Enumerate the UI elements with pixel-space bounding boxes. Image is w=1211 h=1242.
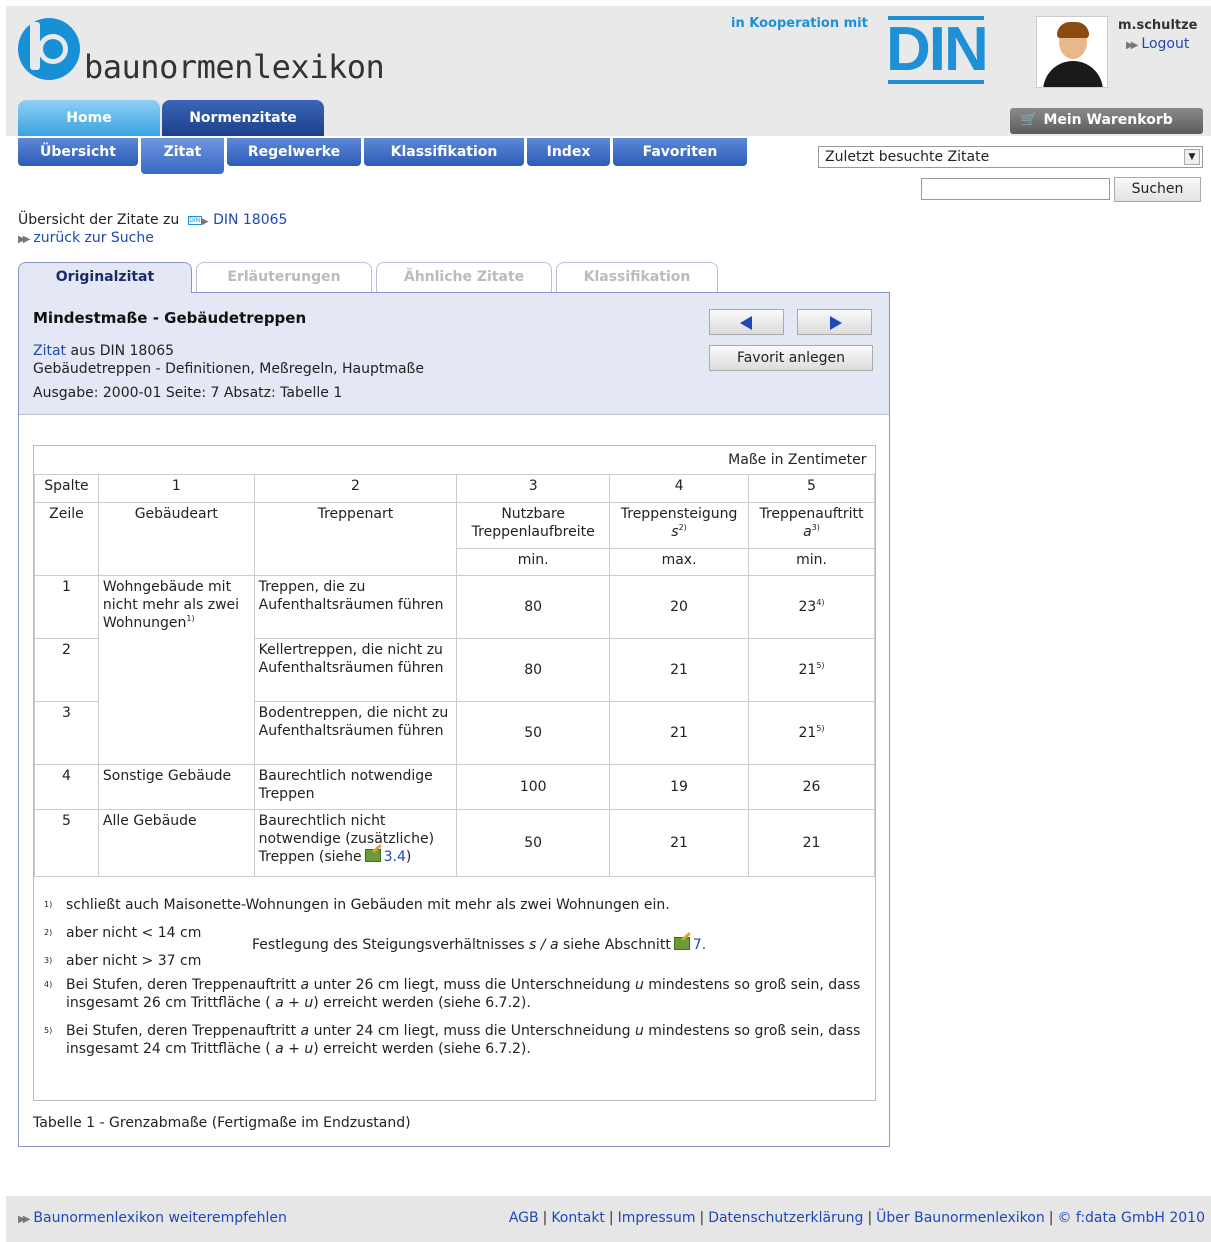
section-link[interactable]: 3.4 [384, 849, 406, 865]
double-arrow-icon: ▶▶ [18, 1214, 31, 1225]
footer-links: AGB | Kontakt | Impressum | Datenschutzerkläru… [508, 1210, 1205, 1226]
arrow-right-icon [830, 316, 842, 330]
norm-link[interactable]: DIN 18065 [213, 212, 287, 228]
next-button[interactable] [797, 309, 872, 335]
chevron-down-icon: ▼ [1184, 149, 1200, 165]
footnote: 3) aber nicht > 37 cm [44, 953, 202, 969]
subtab-zitat[interactable]: Zitat [141, 138, 224, 174]
citation-title: Mindestmaße - Gebäudetreppen [33, 309, 307, 327]
footnote: 1) schließt auch Maisonette-Wohnungen in … [44, 897, 670, 913]
column-header: Spalte [34, 473, 99, 503]
footnote: 4) Bei Stufen, deren Treppenauftritt a un… [44, 977, 861, 1011]
arrow-icon: ▶ [201, 217, 209, 227]
subtab-uebersicht[interactable]: Übersicht [18, 138, 138, 166]
cooperation-label: in Kooperation mit [731, 16, 868, 31]
double-arrow-icon: ▶▶ [18, 234, 31, 245]
din-logo[interactable]: DIN [886, 15, 989, 86]
section-link[interactable]: 7. [693, 937, 706, 953]
zitat-link[interactable]: Zitat [33, 343, 66, 359]
footer-link-copyright[interactable]: © f:data GmbH 2010 [1057, 1210, 1205, 1226]
tab-aehnliche-zitate[interactable]: Ähnliche Zitate [376, 262, 552, 292]
footer-link-ueber[interactable]: Über Baunormenlexikon [876, 1210, 1045, 1226]
head-laufbreite: Nutzbare Treppenlaufbreite [456, 501, 611, 549]
column-header: 1 [97, 473, 255, 503]
table-row: 5 Alle Gebäude Baurechtlich nicht notwen… [34, 808, 875, 877]
subtab-index[interactable]: Index [527, 138, 610, 166]
citation-edition: Ausgabe: 2000-01 Seite: 7 Absatz: Tabell… [33, 385, 343, 401]
table-caption: Tabelle 1 - Grenzabmaße (Fertigmaße im E… [33, 1115, 411, 1131]
column-header: 5 [748, 473, 875, 503]
column-header: 3 [456, 473, 611, 503]
footer-link-datenschutz[interactable]: Datenschutzerklärung [708, 1210, 863, 1226]
logo-b-icon [18, 18, 80, 80]
unit-note: Maße in Zentimeter [34, 446, 875, 475]
citation-header: Mindestmaße - Gebäudetreppen Zitat aus D… [19, 293, 889, 415]
cart-icon: 🛒 [1020, 112, 1038, 128]
tab-klassifikation[interactable]: Klassifikation [556, 262, 718, 292]
head-auftritt: Treppenauftritt a3) [748, 501, 875, 549]
citation-panel: Mindestmaße - Gebäudetreppen Zitat aus D… [18, 292, 890, 1147]
head-zeile: Zeile [34, 501, 99, 576]
gebaeude-cell: Wohngebäude mit nicht mehr als zwei Wohn… [97, 574, 255, 765]
table-row: 4 Sonstige Gebäude Baurechtlich notwendi… [34, 763, 875, 810]
citation-source: Zitat aus DIN 18065 [33, 343, 175, 359]
recent-citations-select[interactable]: Zuletzt besuchte Zitate ▼ [818, 146, 1203, 168]
stair-dimensions-table: Maße in Zentimeter Spalte 1 2 3 4 5 Zeil… [34, 446, 875, 877]
recommend-link[interactable]: ▶▶ Baunormenlexikon weiterempfehlen [18, 1210, 287, 1226]
head-gebaeudeart: Gebäudeart [97, 501, 255, 576]
note-link-icon [673, 937, 690, 950]
footnote: 5) Bei Stufen, deren Treppenauftritt a un… [44, 1023, 861, 1057]
breadcrumb: Übersicht der Zitate zu DIN ▶ DIN 18065 [18, 212, 288, 228]
footer-link-agb[interactable]: AGB [509, 1210, 539, 1226]
footnotes: 1) schließt auch Maisonette-Wohnungen in … [44, 896, 869, 1068]
table-container: Maße in Zentimeter Spalte 1 2 3 4 5 Zeil… [33, 445, 876, 1101]
din-logo-text: DIN [886, 15, 989, 84]
citation-subtitle: Gebäudetreppen - Definitionen, Meßregeln… [33, 361, 424, 377]
note-link-icon [364, 848, 381, 862]
previous-button[interactable] [709, 309, 784, 335]
search-input[interactable] [921, 178, 1110, 200]
footnote-group: 2) aber nicht < 14 cm 3) aber nicht > 37 c… [44, 924, 869, 969]
din-icon: DIN [187, 216, 202, 225]
avatar [1036, 16, 1108, 88]
add-favorite-button[interactable]: Favorit anlegen [709, 345, 873, 371]
footnote-shared-text: Festlegung des Steigungsverhältnisses s … [252, 937, 707, 953]
logo-text: baunormenlexikon [84, 48, 385, 86]
subtab-regelwerke[interactable]: Regelwerke [227, 138, 361, 166]
column-header: 4 [609, 473, 750, 503]
tab-originalzitat[interactable]: Originalzitat [18, 262, 192, 293]
subtab-favoriten[interactable]: Favoriten [613, 138, 747, 166]
head-min: min. [456, 547, 611, 576]
back-to-search-link[interactable]: ▶▶ zurück zur Suche [18, 230, 154, 246]
footer-link-impressum[interactable]: Impressum [618, 1210, 696, 1226]
logout-link[interactable]: ▶▶ Logout [1126, 36, 1189, 52]
footer-link-kontakt[interactable]: Kontakt [551, 1210, 605, 1226]
head-treppenart: Treppenart [253, 501, 458, 576]
table-row: 1 Wohngebäude mit nicht mehr als zwei Wo… [34, 574, 875, 765]
username: m.schultze [1118, 18, 1198, 33]
tab-erlaeuterungen[interactable]: Erläuterungen [196, 262, 372, 292]
footer: ▶▶ Baunormenlexikon weiterempfehlen AGB | K… [6, 1196, 1211, 1242]
baunormenlexikon-logo[interactable]: baunormenlexikon [18, 18, 418, 98]
subtab-klassifikation[interactable]: Klassifikation [364, 138, 524, 166]
cart-button[interactable]: 🛒 Mein Warenkorb [1010, 108, 1203, 134]
arrow-left-icon [740, 316, 752, 330]
double-arrow-icon: ▶▶ [1126, 40, 1139, 51]
head-max: max. [609, 547, 750, 576]
tab-normenzitate[interactable]: Normenzitate [162, 100, 324, 136]
head-steigung: Treppensteigung s2) [609, 501, 750, 549]
search-button[interactable]: Suchen [1114, 177, 1201, 202]
column-header: 2 [253, 473, 458, 503]
head-min: min. [748, 547, 875, 576]
tab-home[interactable]: Home [18, 100, 160, 136]
